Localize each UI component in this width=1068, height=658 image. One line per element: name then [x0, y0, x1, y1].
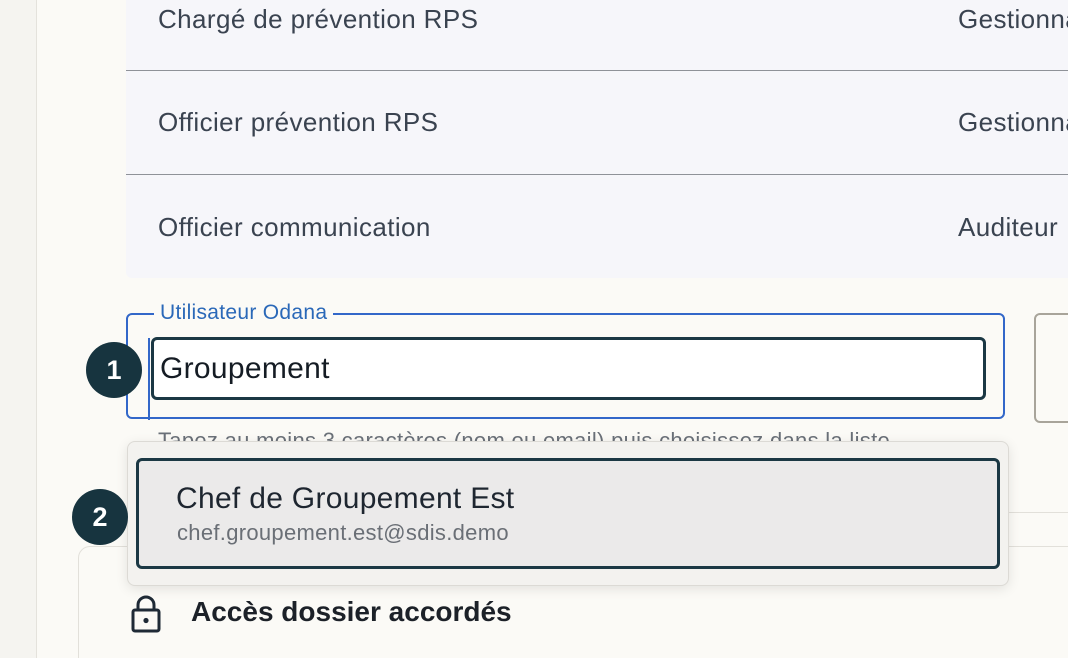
option-name: Chef de Groupement Est [176, 482, 515, 515]
roles-table: Chargé de prévention RPS Gestionnaire Of… [126, 0, 1068, 278]
option-email: chef.groupement.est@sdis.demo [177, 520, 509, 545]
role-profile: Gestionnaire [958, 107, 1068, 137]
left-gutter [0, 0, 37, 658]
role-profile: Auditeur [958, 212, 1059, 242]
role-name: Officier communication [158, 212, 431, 242]
role-row[interactable]: Officier prévention RPS Gestionnaire [126, 71, 1068, 175]
role-name: Chargé de prévention RPS [158, 4, 479, 34]
access-card-title: Accès dossier accordés [191, 596, 512, 627]
step-marker-1: 1 [86, 342, 142, 398]
role-profile: Gestionnaire [958, 4, 1068, 34]
role-name: Officier prévention RPS [158, 107, 439, 137]
user-search-input[interactable] [151, 337, 986, 400]
field-focus-bar [148, 338, 150, 420]
role-row[interactable]: Chargé de prévention RPS Gestionnaire [126, 0, 1068, 70]
step-marker-2: 2 [72, 489, 128, 545]
divider [1008, 512, 1068, 513]
secondary-field[interactable] [1034, 313, 1068, 423]
page: Chargé de prévention RPS Gestionnaire Of… [0, 0, 1068, 658]
user-field-label: Utilisateur Odana [154, 301, 334, 325]
role-row[interactable]: Officier communication Auditeur [126, 175, 1068, 279]
lock-icon [131, 595, 161, 633]
